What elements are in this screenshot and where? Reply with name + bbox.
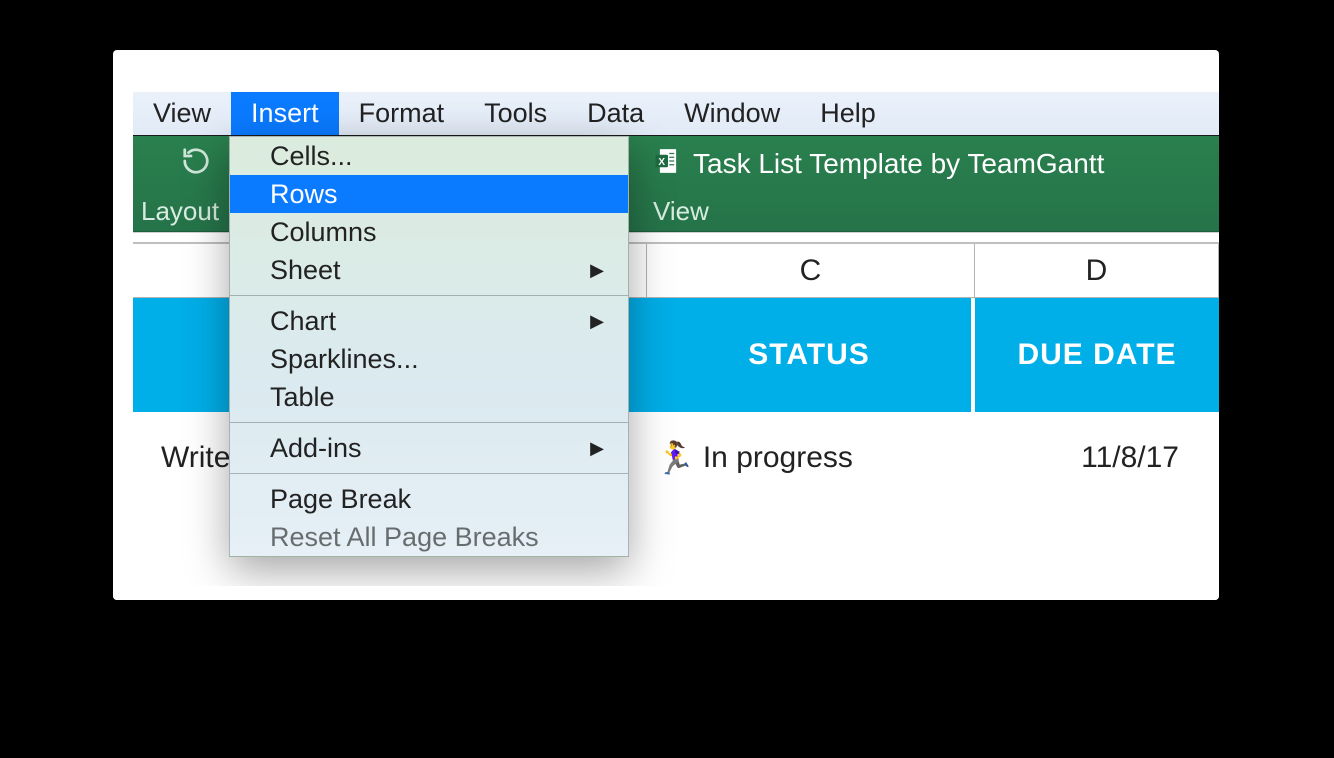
chevron-right-icon: ▶ xyxy=(590,311,604,332)
dropdown-separator xyxy=(230,295,628,296)
header-label-due-date: DUE DATE xyxy=(1017,338,1176,372)
menubar: View Insert Format Tools Data Window Hel… xyxy=(133,92,1219,136)
dropdown-item-table[interactable]: Table xyxy=(230,378,628,416)
menubar-item-insert[interactable]: Insert xyxy=(231,92,339,135)
dropdown-item-cells[interactable]: Cells... xyxy=(230,137,628,175)
dropdown-item-reset-page-breaks[interactable]: Reset All Page Breaks xyxy=(230,518,628,556)
workbook-title-area: X Task List Template by TeamGantt xyxy=(653,146,1104,181)
app-window: View Insert Format Tools Data Window Hel… xyxy=(113,50,1219,600)
cell-due-date[interactable]: 11/8/17 xyxy=(975,412,1219,504)
cell-status[interactable]: 🏃‍♀️ In progress xyxy=(647,412,975,504)
dropdown-item-rows[interactable]: Rows xyxy=(230,175,628,213)
cell-status-text: In progress xyxy=(703,441,853,475)
excel-file-icon: X xyxy=(653,146,683,181)
svg-text:X: X xyxy=(658,157,665,168)
menubar-item-format[interactable]: Format xyxy=(339,92,465,135)
ribbon-view-label: View xyxy=(653,196,709,227)
refresh-icon[interactable] xyxy=(181,146,211,176)
menubar-item-window[interactable]: Window xyxy=(664,92,800,135)
header-cell-due-date[interactable]: DUE DATE xyxy=(975,298,1219,412)
menubar-item-help[interactable]: Help xyxy=(800,92,896,135)
column-header-c[interactable]: C xyxy=(647,244,975,297)
dropdown-separator xyxy=(230,473,628,474)
dropdown-item-sheet[interactable]: Sheet▶ xyxy=(230,251,628,289)
dropdown-item-sparklines[interactable]: Sparklines... xyxy=(230,340,628,378)
menubar-item-data[interactable]: Data xyxy=(567,92,664,135)
column-header-d[interactable]: D xyxy=(975,244,1219,297)
dropdown-item-addins[interactable]: Add-ins▶ xyxy=(230,429,628,467)
header-label-status: STATUS xyxy=(748,338,870,372)
header-cell-status[interactable]: STATUS xyxy=(647,298,975,412)
cell-task-text: Write xyxy=(161,441,230,475)
dropdown-separator xyxy=(230,422,628,423)
menubar-item-view[interactable]: View xyxy=(133,92,231,135)
workbook-title: Task List Template by TeamGantt xyxy=(693,148,1104,180)
excel-app: View Insert Format Tools Data Window Hel… xyxy=(133,92,1219,586)
insert-dropdown: Cells... Rows Columns Sheet▶ Chart▶ Spar… xyxy=(229,136,629,557)
chevron-right-icon: ▶ xyxy=(590,438,604,459)
cell-due-date-text: 11/8/17 xyxy=(1081,441,1179,475)
ribbon-layout-label: Layout xyxy=(141,196,219,227)
runner-icon: 🏃‍♀️ xyxy=(655,439,695,477)
menubar-item-tools[interactable]: Tools xyxy=(464,92,567,135)
dropdown-item-columns[interactable]: Columns xyxy=(230,213,628,251)
dropdown-item-chart[interactable]: Chart▶ xyxy=(230,302,628,340)
chevron-right-icon: ▶ xyxy=(590,260,604,281)
dropdown-item-page-break[interactable]: Page Break xyxy=(230,480,628,518)
